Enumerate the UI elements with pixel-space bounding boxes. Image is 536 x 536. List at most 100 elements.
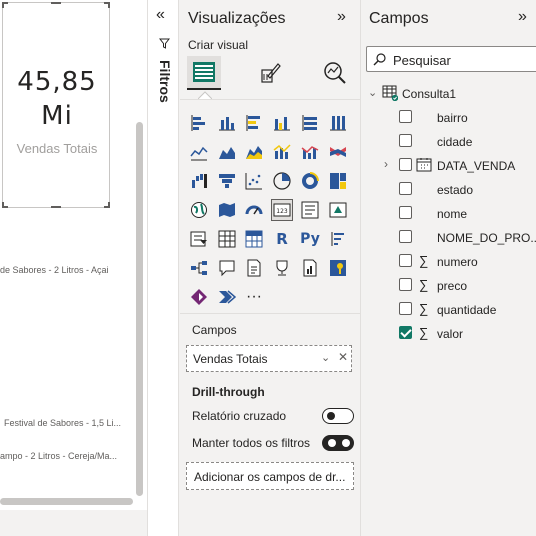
chevron-right-icon[interactable]: › [384, 157, 388, 171]
field-name[interactable]: DATA_VENDA [437, 159, 515, 173]
report-canvas[interactable]: 45,85 Mi Vendas Totais de Sabores - 2 Li… [0, 0, 147, 510]
field-name[interactable]: NOME_DO_PRO... [437, 231, 536, 245]
double-chevron-right-icon[interactable]: » [518, 8, 527, 26]
area-chart-icon[interactable] [216, 141, 238, 163]
table-node-consulta1[interactable]: ⌄ Consulta1 [368, 84, 536, 106]
card-value: 45,85 [17, 67, 97, 97]
stacked-area-chart-icon[interactable] [243, 141, 265, 163]
qa-visual-icon[interactable] [216, 257, 238, 279]
field-name[interactable]: bairro [437, 111, 468, 125]
filters-pane[interactable]: « Filtros [147, 0, 179, 536]
field-checkbox[interactable] [399, 110, 412, 123]
decomposition-tree-icon[interactable] [188, 257, 210, 279]
field-name[interactable]: preco [437, 279, 467, 293]
chart-category-label: ampo - 2 Litros - Cereja/Ma... [0, 451, 118, 461]
table-icon[interactable] [216, 228, 238, 250]
close-icon[interactable]: ✕ [338, 350, 348, 364]
azure-map-icon[interactable] [327, 257, 349, 279]
matrix-icon[interactable] [243, 228, 265, 250]
map-globe-icon[interactable] [188, 199, 210, 221]
field-name[interactable]: nome [437, 207, 467, 221]
caret-up-icon [198, 91, 212, 99]
kpi-icon[interactable] [327, 199, 349, 221]
line-and-stacked-column-icon[interactable] [271, 141, 293, 163]
field-checkbox[interactable] [399, 278, 412, 291]
vertical-scrollbar[interactable] [136, 122, 143, 496]
search-placeholder: Pesquisar [393, 53, 451, 68]
field-name[interactable]: estado [437, 183, 473, 197]
field-checkbox[interactable] [399, 302, 412, 315]
power-apps-icon[interactable] [188, 286, 210, 308]
field-checkbox[interactable] [399, 206, 412, 219]
analytics-magnifier-icon [324, 62, 346, 84]
field-checkbox[interactable] [399, 254, 412, 267]
paginated-report-icon[interactable] [299, 257, 321, 279]
smart-narrative-icon[interactable] [243, 257, 265, 279]
gauge-icon[interactable] [243, 199, 265, 221]
sigma-icon: ∑ [419, 301, 429, 316]
build-visual-button[interactable] [187, 56, 221, 90]
100-stacked-column-icon[interactable] [327, 112, 349, 134]
pie-chart-icon[interactable] [271, 170, 293, 192]
line-chart-icon[interactable] [188, 141, 210, 163]
scatter-chart-icon[interactable] [243, 170, 265, 192]
search-input[interactable]: Pesquisar [366, 46, 536, 72]
field-checkbox[interactable] [399, 134, 412, 147]
100-stacked-bar-icon[interactable] [299, 112, 321, 134]
waterfall-chart-icon[interactable] [188, 170, 210, 192]
field-name[interactable]: cidade [437, 135, 472, 149]
filled-map-icon[interactable] [216, 199, 238, 221]
keep-all-filters-label: Manter todos os filtros [192, 436, 311, 450]
chevron-down-icon[interactable]: ⌄ [368, 86, 377, 99]
resize-handle[interactable] [2, 202, 8, 208]
resize-handle[interactable] [104, 2, 110, 8]
key-influencers-icon[interactable] [327, 228, 349, 250]
ribbon-chart-icon[interactable] [327, 141, 349, 163]
sigma-icon: ∑ [419, 325, 429, 340]
field-checkbox-checked[interactable] [399, 326, 412, 339]
r-script-visual-icon[interactable]: R [271, 228, 293, 250]
trophy-icon[interactable] [271, 257, 293, 279]
resize-handle[interactable] [51, 2, 61, 4]
multi-row-card-icon[interactable] [299, 199, 321, 221]
cross-report-toggle[interactable] [322, 408, 354, 424]
field-checkbox[interactable] [399, 230, 412, 243]
format-visual-button[interactable] [253, 56, 287, 90]
double-chevron-right-icon[interactable]: » [337, 8, 346, 26]
filters-label[interactable]: Filtros [157, 60, 173, 103]
more-visuals-button[interactable]: ··· [243, 286, 265, 308]
python-visual-icon[interactable]: Py [299, 228, 321, 250]
resize-handle[interactable] [51, 206, 61, 208]
divider [180, 99, 361, 100]
field-name[interactable]: quantidade [437, 303, 496, 317]
power-automate-icon[interactable] [216, 286, 238, 308]
donut-chart-icon[interactable] [299, 170, 321, 192]
keep-all-filters-toggle[interactable] [322, 435, 354, 451]
funnel-chart-icon[interactable] [216, 170, 238, 192]
card-visual-icon[interactable]: 123 [271, 199, 293, 221]
resize-handle[interactable] [2, 2, 8, 8]
analytics-button[interactable] [318, 56, 352, 90]
treemap-icon[interactable] [327, 170, 349, 192]
stacked-column-chart-icon[interactable] [216, 112, 238, 134]
table-icon [382, 85, 398, 101]
build-visual-label: Criar visual [188, 38, 249, 52]
slicer-icon[interactable] [188, 228, 210, 250]
clustered-column-chart-icon[interactable] [271, 112, 293, 134]
add-drill-through-fields-well[interactable]: Adicionar os campos de dr... [186, 462, 354, 490]
field-checkbox[interactable] [399, 182, 412, 195]
field-name[interactable]: valor [437, 327, 463, 341]
field-name[interactable]: numero [437, 255, 478, 269]
paintbrush-icon [261, 63, 281, 83]
field-checkbox[interactable] [399, 158, 412, 171]
clustered-bar-chart-icon[interactable] [243, 112, 265, 134]
resize-handle[interactable] [104, 202, 110, 208]
field-well-item[interactable]: Vendas Totais ⌄ ✕ [186, 345, 352, 372]
add-drill-through-label: Adicionar os campos de dr... [194, 470, 346, 484]
line-and-clustered-column-icon[interactable] [299, 141, 321, 163]
horizontal-scrollbar[interactable] [0, 498, 133, 505]
double-chevron-left-icon[interactable]: « [156, 6, 165, 24]
card-visual[interactable]: 45,85 Mi Vendas Totais [2, 2, 110, 208]
stacked-bar-chart-icon[interactable] [188, 112, 210, 134]
chevron-down-icon[interactable]: ⌄ [321, 351, 330, 364]
